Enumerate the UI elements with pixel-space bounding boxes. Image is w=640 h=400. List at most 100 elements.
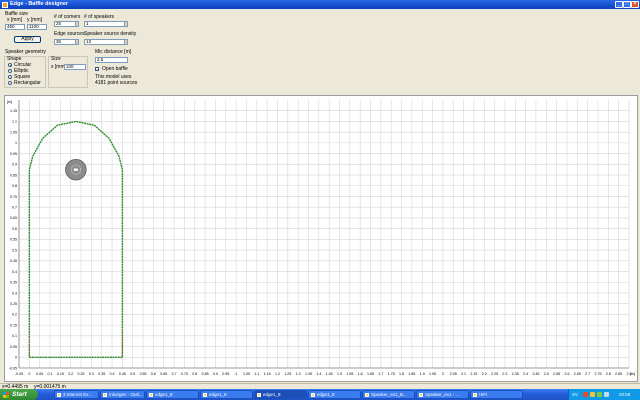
folder-icon: [473, 392, 477, 397]
task-button-edge4[interactable]: edge1_8: [308, 390, 361, 399]
x-tick-label: 1.6: [358, 372, 363, 376]
baffle-y-input[interactable]: 1100: [27, 24, 47, 30]
x-tick-label: 2.1: [461, 372, 466, 376]
source-density-spinner[interactable]: [124, 40, 127, 44]
x-tick-label: 2.3: [502, 372, 507, 376]
ie-icon: [57, 392, 61, 397]
task-button-speaker2[interactable]: Speaker_ex1 - ...: [416, 390, 469, 399]
main-window: Edge - Baffle designer _ □ × Baffle size…: [0, 0, 640, 390]
task-button-outlook[interactable]: Inkorgen - Outl...: [100, 390, 145, 399]
x-tick-label: 1: [235, 372, 237, 376]
x-tick-label: 2.5: [544, 372, 549, 376]
y-tick-label: 0.45: [10, 259, 17, 263]
y-tick-label: 1.15: [10, 109, 17, 113]
app-window-icon: [311, 392, 315, 397]
antivirus-icon[interactable]: [583, 392, 588, 397]
y-tick-label: 0.8: [12, 184, 17, 188]
x-tick-label: 1.7: [378, 372, 383, 376]
task-button-speaker1[interactable]: Speaker_ex1_B...: [362, 390, 415, 399]
window-title: Edge - Baffle designer: [10, 1, 69, 7]
x-tick-label: 1.65: [367, 372, 374, 376]
plot-canvas[interactable]: -0.05 0 0.05 0.1 0.15 0.2 0.25 0.3 0.35 0.4 0.45 0.…: [5, 96, 637, 381]
shape-label-rectangular: Rectangular: [14, 80, 41, 86]
model-info-line2: 4181 point sources: [95, 80, 138, 86]
close-button[interactable]: ×: [631, 1, 639, 8]
speakers-input[interactable]: 1: [84, 21, 128, 27]
corners-input[interactable]: 25: [54, 21, 79, 27]
x-tick-label: -0.05: [15, 372, 23, 376]
x-tick-label: 2.7: [585, 372, 590, 376]
volume-icon[interactable]: [604, 392, 609, 397]
y-tick-label: 0.4: [12, 270, 17, 274]
y-tick-label: 0.35: [10, 281, 17, 285]
y-tick-label: 1.05: [10, 130, 17, 134]
shape-radio-rectangular[interactable]: [8, 81, 12, 85]
y-tick-label: 0.9: [12, 163, 17, 167]
minimize-button[interactable]: _: [615, 1, 623, 8]
title-bar[interactable]: Edge - Baffle designer _ □ ×: [0, 0, 640, 9]
x-tick-label: 0.6: [151, 372, 156, 376]
x-tick-label: 2.65: [574, 372, 581, 376]
x-tick-label: 1.05: [243, 372, 250, 376]
open-baffle-checkbox[interactable]: ✓: [95, 67, 99, 72]
size-label: Size: [51, 56, 61, 62]
x-tick-label: 1.25: [284, 372, 291, 376]
clock: 20:58: [619, 392, 631, 397]
x-tick-label: 2.8: [606, 372, 611, 376]
x-tick-label: 2.85: [615, 372, 622, 376]
network-icon[interactable]: [590, 392, 595, 397]
x-tick-label: 0.35: [98, 372, 105, 376]
x-tick-label: 2.05: [450, 372, 457, 376]
speaker-size-input[interactable]: 100: [64, 64, 86, 70]
edge-sources-spinner[interactable]: [75, 40, 78, 44]
task-button-edge1[interactable]: edge1_8: [146, 390, 199, 399]
corners-spinner[interactable]: [75, 22, 78, 26]
y-tick-label: 0.7: [12, 206, 17, 210]
task-button-edge3[interactable]: edge1_8: [254, 390, 307, 399]
source-density-input[interactable]: 13: [84, 39, 128, 45]
app-window-icon: [149, 392, 153, 397]
x-tick-label: 0.05: [36, 372, 43, 376]
y-tick-label: 0.75: [10, 195, 17, 199]
system-tray: SV 20:58: [568, 389, 640, 400]
language-indicator[interactable]: SV: [572, 392, 578, 398]
shape-radio-elliptic[interactable]: [8, 69, 12, 73]
y-tick-label: 0.6: [12, 227, 17, 231]
maximize-button[interactable]: □: [623, 1, 631, 8]
task-button-hifi[interactable]: HiFi: [470, 390, 523, 399]
geometry-label: Speaker geometry: [5, 49, 46, 55]
y-tick-label: 0.15: [10, 323, 17, 327]
x-tick-label: 1.35: [305, 372, 312, 376]
corners-label: # of corners: [54, 14, 81, 20]
y-unit-label: [m]: [7, 100, 12, 104]
x-tick-label: 2.55: [553, 372, 560, 376]
task-button-internet-explorer[interactable]: 3 Internet Ex...: [54, 390, 99, 399]
speaker-center-mark: [73, 168, 78, 171]
open-baffle-label: Open baffle: [102, 66, 128, 72]
outlook-icon: [103, 392, 107, 397]
mic-distance-label: Mic distance [m]: [95, 49, 132, 55]
x-tick-label: 0.55: [140, 372, 147, 376]
baffle-plot[interactable]: -0.05 0 0.05 0.1 0.15 0.2 0.25 0.3 0.35 0.4 0.45 0.…: [4, 95, 638, 382]
baffle-y-label: y [mm]: [27, 17, 42, 23]
edge-sources-input[interactable]: 36: [54, 39, 79, 45]
x-tick-label: 1.75: [388, 372, 395, 376]
x-tick-label: 2: [442, 372, 444, 376]
task-button-edge2[interactable]: edge1_8: [200, 390, 253, 399]
mic-distance-input[interactable]: 2.5: [95, 57, 128, 63]
x-tick-label: 1.95: [429, 372, 436, 376]
start-button[interactable]: Start: [0, 389, 38, 400]
y-tick-label: 0.1: [12, 334, 17, 338]
shape-radio-square[interactable]: [8, 75, 12, 79]
start-label: Start: [12, 391, 27, 398]
baffle-x-input[interactable]: 450: [5, 24, 25, 30]
windows-logo-icon: [3, 391, 9, 398]
security-icon[interactable]: [597, 392, 602, 397]
apply-button[interactable]: Apply: [14, 36, 41, 43]
speakers-spinner[interactable]: [124, 22, 127, 26]
corners-value: 25: [56, 21, 62, 26]
x-tick-label: 0: [28, 372, 30, 376]
edge-sources-label: Edge sources: [54, 31, 85, 37]
shape-radio-circular[interactable]: [8, 63, 12, 67]
x-unit-label: [m]: [630, 372, 635, 376]
